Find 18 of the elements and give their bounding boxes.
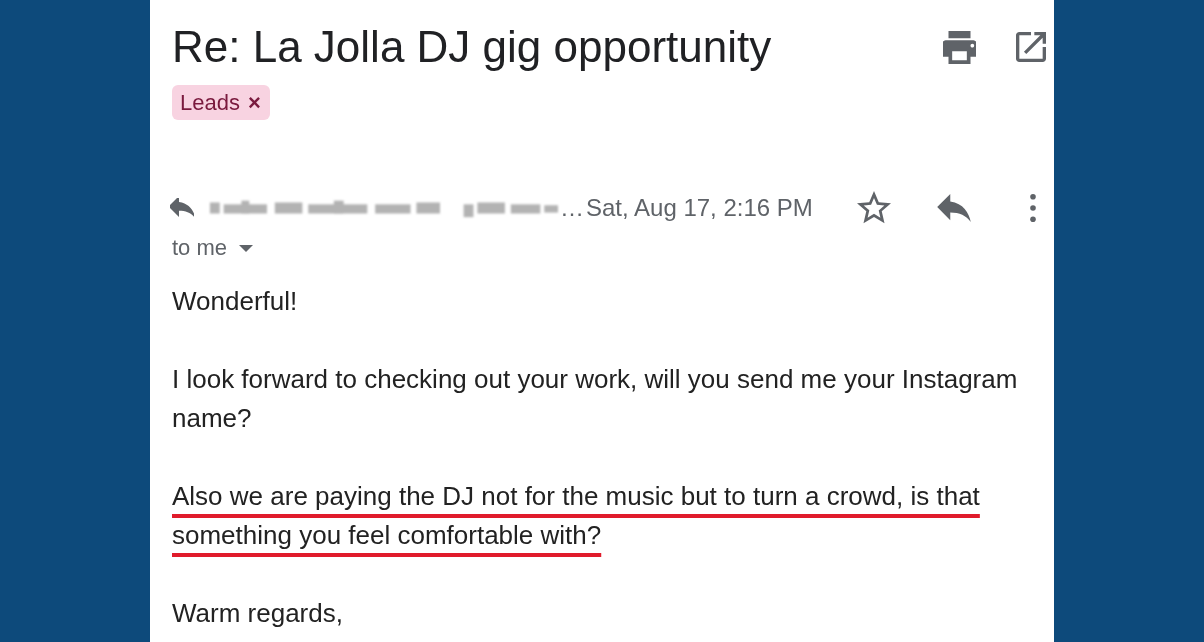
message-paragraph: Wonderful! — [172, 285, 299, 318]
message-date: Sat, Aug 17, 2:16 PM — [586, 194, 813, 222]
message-paragraph: I look forward to checking out your work, will you send me your Instagram name? — [172, 363, 1019, 435]
message-paragraph: Also we are paying the DJ not for the music but to turn a crowd, is that something you feel comfortable with? — [172, 480, 981, 552]
sender-ellipsis: … — [560, 194, 584, 222]
reply-icon[interactable] — [936, 194, 971, 222]
label-chip[interactable]: Leads × — [172, 85, 270, 120]
caret-icon[interactable] — [239, 244, 254, 252]
open-in-new-window-icon[interactable] — [1016, 32, 1046, 62]
star-icon[interactable] — [856, 191, 891, 225]
more-options-icon[interactable] — [1029, 194, 1036, 222]
label-name: Leads — [180, 89, 240, 116]
reply-icon — [170, 197, 194, 219]
recipients-dropdown[interactable]: to me — [172, 235, 228, 261]
remove-label-button[interactable]: × — [247, 91, 261, 114]
print-icon[interactable] — [943, 30, 976, 64]
email-subject: Re: La Jolla DJ gig opportunity — [172, 21, 772, 73]
message-paragraph: Warm regards, — [172, 597, 344, 630]
